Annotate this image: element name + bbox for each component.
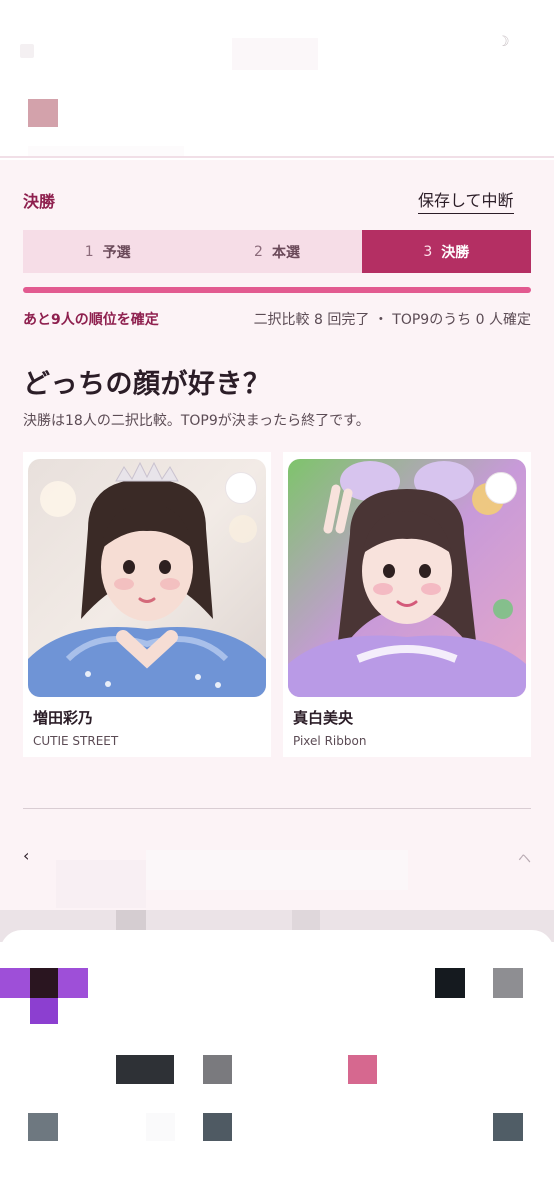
obscured-text: [28, 146, 184, 156]
question-description: 決勝は18人の二択比較。TOP9が決まったら終了です。: [23, 413, 370, 429]
question-title: どっちの顔が好き？: [23, 369, 271, 400]
obscured-block[interactable]: [28, 1113, 58, 1141]
obscured-block[interactable]: [348, 1055, 377, 1084]
step-tabs: 1 予選 2 本選 3 決勝: [23, 230, 531, 273]
select-circle-icon[interactable]: [225, 472, 257, 504]
step-label: 決勝: [441, 244, 470, 261]
step-number: 2: [254, 243, 263, 260]
candidate-name: 増田彩乃: [33, 709, 94, 727]
bottom-sheet: [0, 930, 554, 1200]
ranking-panel: 決勝 保存して中断 1 予選 2 本選 3 決勝 あと9人の順位を確定 二択比較…: [0, 160, 554, 912]
stage-title: 決勝: [23, 192, 56, 211]
obscured-area: [56, 860, 146, 908]
obscured-title: [232, 38, 318, 70]
back-icon[interactable]: [20, 44, 34, 58]
obscured-block[interactable]: [203, 1113, 232, 1141]
obscured-block[interactable]: [203, 1055, 232, 1084]
progress-bar: [23, 287, 531, 293]
step-label: 本選: [271, 244, 300, 261]
select-circle-icon[interactable]: [485, 472, 517, 504]
step-final[interactable]: 3 決勝: [361, 230, 531, 273]
candidate-photo: [288, 459, 526, 697]
obscured-area: [146, 850, 408, 890]
step-number: 1: [84, 243, 94, 260]
candidate-card-right[interactable]: 真白美央 Pixel Ribbon: [283, 452, 531, 757]
obscured-block[interactable]: [116, 1055, 174, 1084]
top-header: ☽: [0, 0, 554, 158]
obscured-block[interactable]: [146, 1113, 175, 1141]
remaining-text: あと9人の順位を確定: [23, 312, 159, 328]
candidate-name: 真白美央: [293, 709, 354, 727]
step-qualifier[interactable]: 1 予選: [23, 230, 192, 273]
next-hint[interactable]: ヘ: [518, 848, 531, 867]
comparison-stats: 二択比較 8 回完了 ・ TOP9のうち 0 人確定: [253, 312, 531, 328]
obscured-block[interactable]: [493, 1113, 523, 1141]
obscured-block[interactable]: [435, 968, 465, 998]
candidate-group: CUTIE STREET: [33, 734, 119, 748]
step-label: 予選: [102, 244, 131, 261]
obscured-block[interactable]: [493, 968, 523, 998]
candidate-card-left[interactable]: 増田彩乃 CUTIE STREET: [23, 452, 271, 757]
step-number: 3: [423, 243, 433, 260]
candidate-group: Pixel Ribbon: [293, 734, 367, 748]
step-main[interactable]: 2 本選: [192, 230, 361, 273]
chevron-left-icon[interactable]: ‹: [23, 846, 29, 865]
save-and-pause-button[interactable]: 保存して中断: [418, 187, 514, 214]
progress-fill: [23, 287, 531, 293]
moon-icon[interactable]: ☽: [497, 34, 515, 52]
obscured-block: [30, 998, 58, 1024]
obscured-block: [30, 968, 58, 998]
divider: [23, 808, 531, 809]
candidate-photo: [28, 459, 266, 697]
obscured-logo: [28, 99, 58, 127]
